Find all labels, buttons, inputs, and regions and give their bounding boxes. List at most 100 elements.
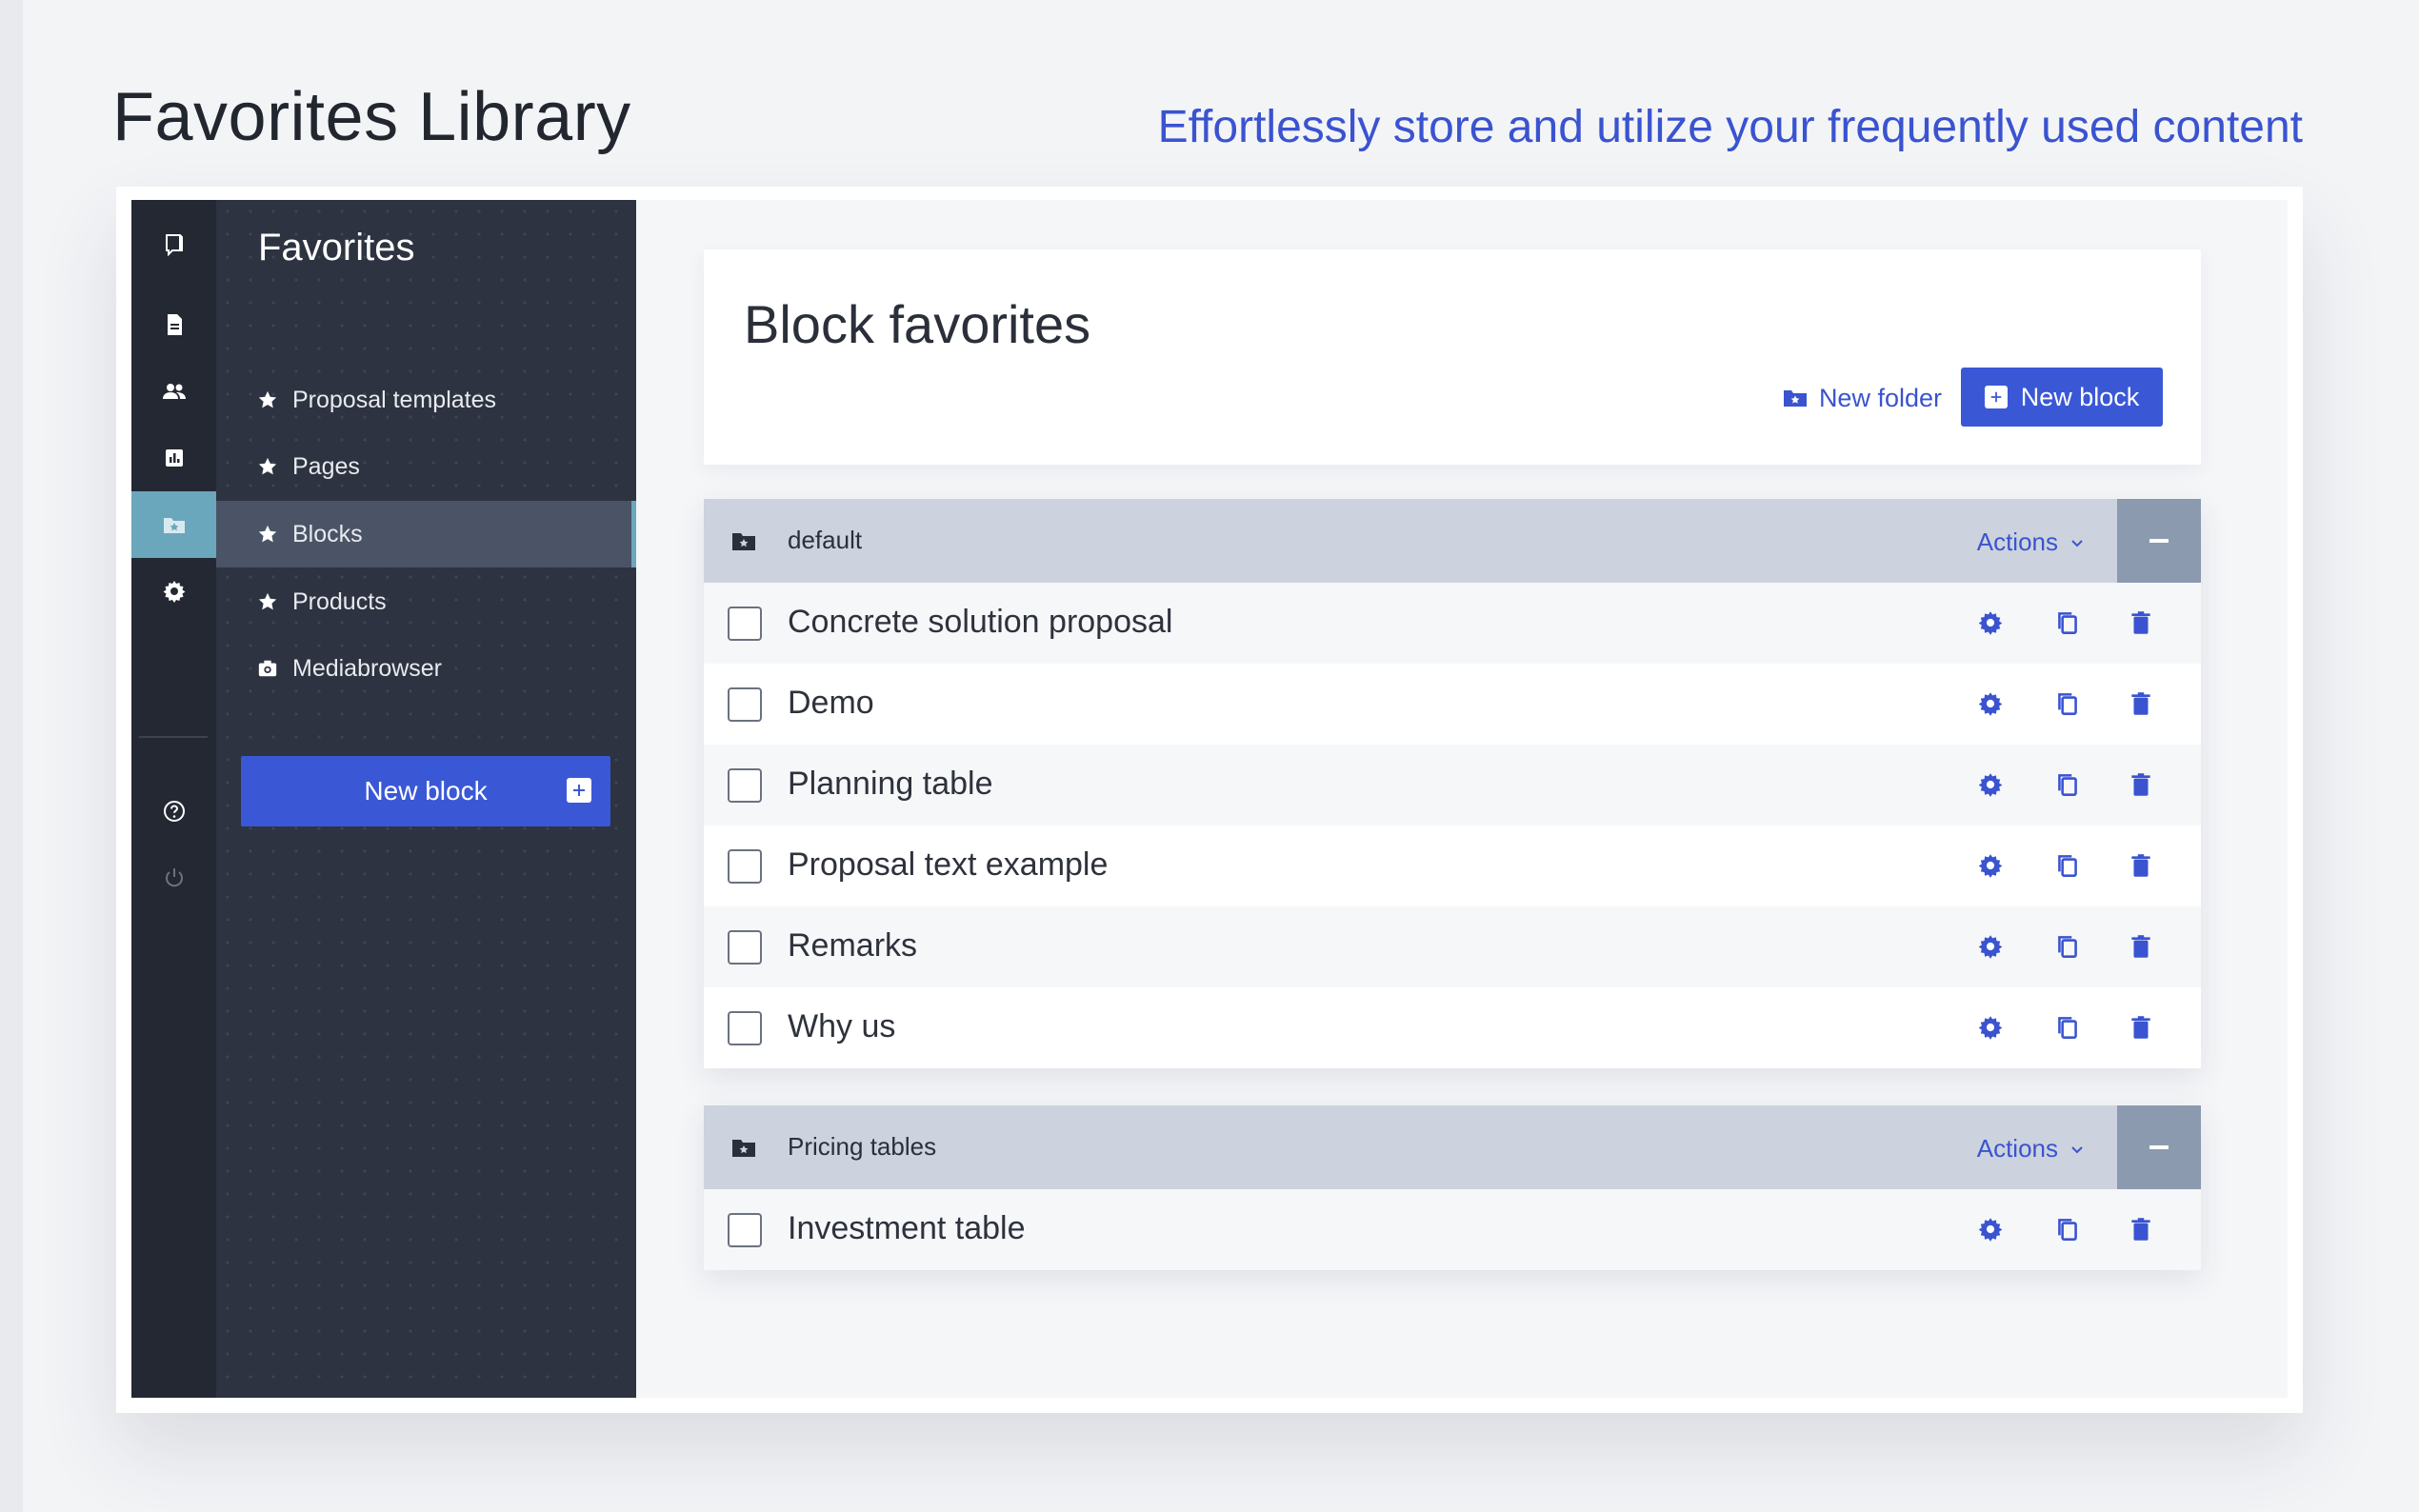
actions-label: Actions (1976, 527, 2058, 556)
folder-star-icon (1783, 390, 1807, 407)
copy-icon[interactable] (2053, 689, 2082, 718)
left-edge (0, 0, 23, 1512)
block-name: Concrete solution proposal (788, 604, 1173, 640)
folder-pricing-tables: Pricing tables Actions Investment table (704, 1105, 2201, 1270)
camera-icon (256, 657, 279, 680)
gear-icon[interactable] (1976, 932, 2005, 961)
copy-icon[interactable] (2053, 932, 2082, 961)
sidebar-item-blocks[interactable]: Blocks (216, 501, 636, 567)
copy-icon[interactable] (2053, 851, 2082, 880)
minus-icon (2149, 539, 2169, 543)
folder-name: Pricing tables (788, 1132, 937, 1161)
copy-icon[interactable] (2053, 608, 2082, 637)
block-name: Why us (788, 1008, 896, 1044)
rail-divider (139, 736, 208, 738)
star-icon (256, 523, 279, 546)
hero-title: Favorites Library (112, 79, 631, 155)
trash-icon[interactable] (2127, 1013, 2155, 1042)
trash-icon[interactable] (2127, 770, 2155, 799)
copy-icon[interactable] (2053, 1013, 2082, 1042)
gear-icon[interactable] (1976, 1013, 2005, 1042)
favorites-folder-icon[interactable] (131, 491, 216, 558)
plus-icon (1984, 386, 2008, 408)
document-icon[interactable] (131, 291, 216, 358)
table-row: Investment table (704, 1189, 2201, 1270)
sidebar-item-products[interactable]: Products (216, 568, 636, 635)
collapse-button[interactable] (2117, 499, 2201, 583)
hero-subtitle: Effortlessly store and utilize your freq… (1157, 102, 2303, 152)
sidebar-item-pages[interactable]: Pages (216, 433, 636, 500)
gear-icon[interactable] (1976, 689, 2005, 718)
sidebar: Favorites Proposal templates Pages Block… (216, 200, 636, 1398)
gear-icon[interactable] (1976, 608, 2005, 637)
folder-name: default (788, 526, 863, 554)
row-checkbox[interactable] (728, 849, 762, 884)
gear-icon[interactable] (1976, 1215, 2005, 1243)
block-name: Proposal text example (788, 846, 1109, 883)
actions-dropdown[interactable]: Actions (1977, 527, 2085, 557)
new-block-label: New block (2020, 382, 2140, 411)
star-icon (256, 590, 279, 613)
copy-icon[interactable] (2053, 770, 2082, 799)
row-checkbox[interactable] (728, 1213, 762, 1247)
block-name: Remarks (788, 927, 918, 964)
table-row: Why us (704, 987, 2201, 1068)
logo-icon[interactable] (131, 211, 216, 278)
row-checkbox[interactable] (728, 687, 762, 722)
page-title: Block favorites (744, 294, 1091, 354)
table-row: Proposal text example (704, 826, 2201, 906)
new-folder-button[interactable]: New folder (1783, 379, 1942, 417)
trash-icon[interactable] (2127, 608, 2155, 637)
table-row: Concrete solution proposal (704, 583, 2201, 664)
star-icon (256, 455, 279, 478)
actions-label: Actions (1976, 1134, 2058, 1163)
copy-icon[interactable] (2053, 1215, 2082, 1243)
row-checkbox[interactable] (728, 1011, 762, 1045)
table-row: Demo (704, 664, 2201, 745)
sidebar-item-label: Proposal templates (292, 386, 497, 413)
block-name: Investment table (788, 1210, 1026, 1246)
gear-icon[interactable] (1976, 851, 2005, 880)
page: Favorites Library Effortlessly store and… (0, 0, 2419, 1512)
power-icon[interactable] (131, 845, 216, 911)
row-checkbox[interactable] (728, 607, 762, 641)
sidebar-new-block-label: New block (364, 776, 488, 806)
plus-icon (567, 778, 591, 803)
header-card: Block favorites New folder New block (704, 249, 2201, 465)
collapse-button[interactable] (2117, 1105, 2201, 1189)
star-icon (256, 388, 279, 411)
block-name: Demo (788, 685, 874, 721)
sidebar-item-proposal-templates[interactable]: Proposal templates (216, 367, 636, 433)
sidebar-item-label: Blocks (292, 520, 363, 547)
icon-rail (131, 200, 216, 1398)
sidebar-item-label: Mediabrowser (292, 654, 443, 682)
table-row: Planning table (704, 745, 2201, 826)
sidebar-title: Favorites (258, 227, 415, 269)
trash-icon[interactable] (2127, 689, 2155, 718)
folder-header[interactable]: default Actions (704, 499, 2201, 583)
trash-icon[interactable] (2127, 851, 2155, 880)
folder-default: default Actions Concrete solution propos… (704, 499, 2201, 1068)
new-folder-label: New folder (1818, 383, 1942, 412)
users-icon[interactable] (131, 358, 216, 425)
app-frame: Favorites Proposal templates Pages Block… (116, 187, 2303, 1413)
actions-dropdown[interactable]: Actions (1977, 1134, 2085, 1164)
folder-header[interactable]: Pricing tables Actions (704, 1105, 2201, 1189)
chevron-down-icon (2071, 539, 2083, 547)
chart-icon[interactable] (131, 425, 216, 491)
sidebar-item-label: Pages (292, 452, 360, 480)
chevron-down-icon (2071, 1145, 2083, 1153)
trash-icon[interactable] (2127, 1215, 2155, 1243)
sidebar-new-block-button[interactable]: New block (241, 756, 610, 826)
gear-icon[interactable] (131, 558, 216, 625)
row-checkbox[interactable] (728, 930, 762, 965)
gear-icon[interactable] (1976, 770, 2005, 799)
sidebar-item-mediabrowser[interactable]: Mediabrowser (216, 635, 636, 702)
table-row: Remarks (704, 906, 2201, 987)
row-checkbox[interactable] (728, 768, 762, 803)
block-name: Planning table (788, 766, 993, 802)
folder-star-icon (732, 1140, 755, 1157)
trash-icon[interactable] (2127, 932, 2155, 961)
help-icon[interactable] (131, 778, 216, 845)
new-block-button[interactable]: New block (1961, 368, 2163, 427)
